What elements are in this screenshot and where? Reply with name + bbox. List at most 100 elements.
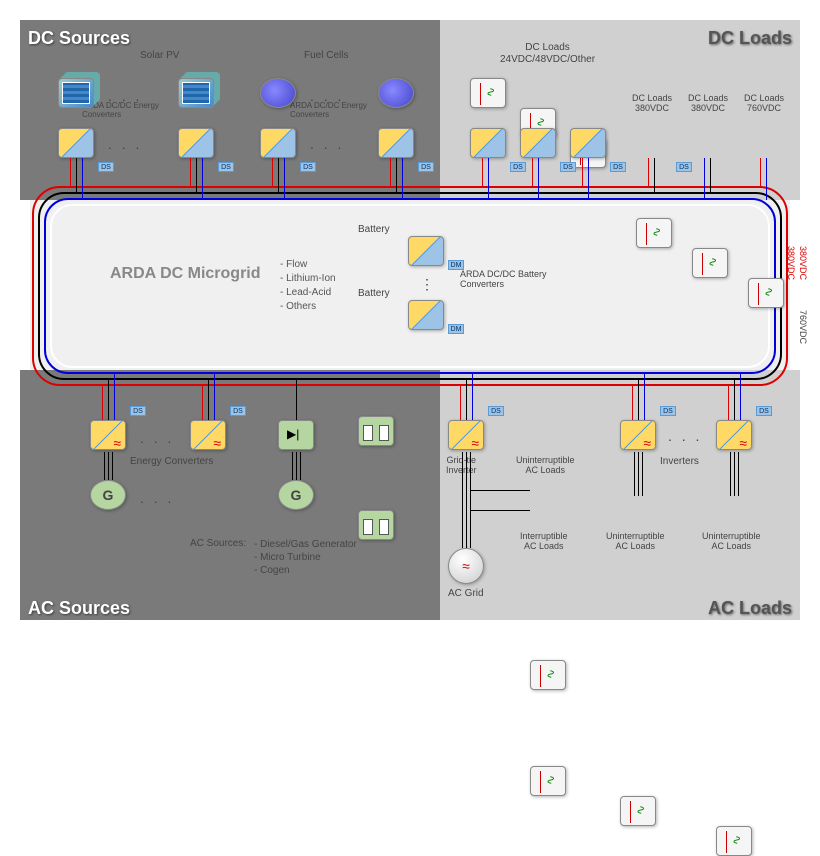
wire (482, 158, 483, 188)
wire (766, 158, 767, 200)
ds-badge: DS (218, 162, 234, 172)
wire (202, 158, 203, 200)
inverter-icon (620, 420, 656, 450)
wire (460, 384, 461, 420)
wire (638, 378, 639, 420)
wire (532, 158, 533, 188)
dc-load-icon (470, 78, 506, 108)
wire (202, 384, 203, 420)
wire (390, 158, 391, 188)
label-interruptible: Interruptible AC Loads (520, 532, 568, 552)
wire (214, 372, 215, 420)
ellipsis-icon: . . . (310, 136, 344, 152)
label-ac-sources-subtitle: AC Sources: (190, 538, 246, 549)
wire (396, 158, 397, 194)
wire (728, 384, 729, 420)
wire (296, 378, 297, 420)
ds-badge: DS (560, 162, 576, 172)
wire (704, 158, 705, 200)
label-battery: Battery (358, 224, 390, 235)
ds-badge: DS (300, 162, 316, 172)
label-ac-grid: AC Grid (448, 588, 484, 599)
dcdc-converter-icon (260, 128, 296, 158)
ac-load-icon (620, 796, 656, 826)
dcdc-converter-icon (520, 128, 556, 158)
ellipsis-icon: . . . (310, 88, 344, 104)
ds-badge: DS (756, 406, 772, 416)
ac-load-icon (716, 826, 752, 856)
wire (82, 158, 83, 200)
wire (588, 158, 589, 200)
wire (654, 158, 655, 194)
ac-load-icon (530, 660, 566, 690)
wire (642, 452, 643, 496)
ellipsis-icon: . . . (668, 428, 702, 444)
wire (710, 158, 711, 194)
label-ac-loads: AC Loads (708, 598, 792, 619)
label-760vdc-vert: 760VDC (798, 310, 808, 344)
ellipsis-icon: . . . (140, 430, 174, 446)
ds-badge: DS (676, 162, 692, 172)
battery-types-list: - Flow- Lithium-Ion - Lead-Acid- Others (280, 258, 336, 314)
wire (196, 158, 197, 194)
ds-badge: DS (130, 406, 146, 416)
ellipsis-icon: ⋮ (420, 276, 437, 293)
ds-badge: DS (488, 406, 504, 416)
dm-badge: DM (448, 324, 464, 334)
label-dc-loads-other: DC Loads 24VDC/48VDC/Other (500, 42, 595, 66)
ds-badge: DS (418, 162, 434, 172)
wire (470, 490, 530, 491)
ellipsis-icon: . . . (140, 490, 174, 506)
wire (272, 158, 273, 188)
ac-grid-icon: ≈ (448, 548, 484, 584)
label-inverters: Inverters (660, 456, 699, 467)
label-dc-sources: DC Sources (28, 28, 130, 49)
ellipsis-icon: . . . (108, 136, 142, 152)
wire (104, 452, 105, 480)
wire (738, 452, 739, 496)
inverter-icon (716, 420, 752, 450)
label-dc-loads: DC Loads (708, 28, 792, 49)
wire (730, 452, 731, 496)
wire (284, 158, 285, 200)
label-380vdc-vert: 380VDC (786, 246, 796, 280)
label-solar-pv: Solar PV (140, 50, 179, 61)
label-battery-converters: ARDA DC/DC Battery Converters (460, 270, 547, 290)
ellipsis-icon: . . . (108, 88, 142, 104)
ac-sources-list: - Diesel/Gas Generator- Micro Turbine- C… (254, 538, 357, 577)
wire (466, 378, 467, 420)
wire (472, 372, 473, 420)
diode-icon (278, 420, 314, 450)
label-battery: Battery (358, 288, 390, 299)
fuel-cell-icon (260, 78, 296, 108)
label-dc-loads-760: DC Loads 760VDC (744, 94, 784, 114)
dcdc-converter-icon (470, 128, 506, 158)
wire (648, 158, 649, 188)
solar-panel-icon (58, 78, 94, 108)
solar-panel-icon (178, 78, 214, 108)
label-dc-loads-380b: DC Loads 380VDC (688, 94, 728, 114)
wire (114, 372, 115, 420)
wire (292, 452, 293, 480)
label-380vdc-vert: 380VDC (798, 246, 808, 280)
wire (760, 158, 761, 188)
ds-badge: DS (510, 162, 526, 172)
ds-badge: DS (230, 406, 246, 416)
dcdc-converter-icon (570, 128, 606, 158)
label-fuel-cells: Fuel Cells (304, 50, 348, 61)
wire (278, 158, 279, 194)
label-energy-converters: Energy Converters (130, 456, 213, 467)
dc-load-760-icon (748, 278, 784, 308)
battery-icon (358, 510, 394, 540)
generator-icon: G (278, 480, 314, 510)
label-ac-sources: AC Sources (28, 598, 130, 619)
ac-energy-converter-icon (190, 420, 226, 450)
wire (108, 452, 109, 480)
wire (734, 452, 735, 496)
wire (632, 384, 633, 420)
grid-tie-inverter-icon (448, 420, 484, 450)
battery-converter-icon (408, 236, 444, 266)
wire (740, 372, 741, 420)
wire (582, 158, 583, 188)
wire (102, 384, 103, 420)
